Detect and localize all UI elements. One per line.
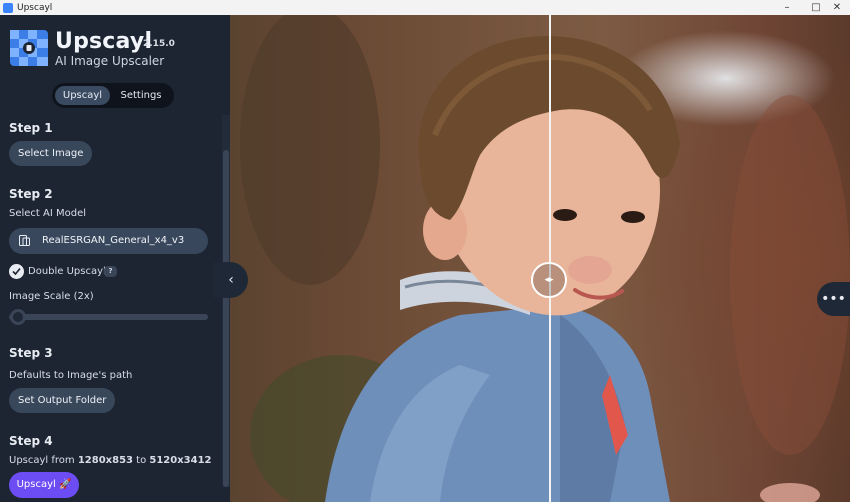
close-icon[interactable]: ✕ xyxy=(824,0,850,15)
comparison-divider[interactable] xyxy=(549,15,551,502)
model-label: Select AI Model xyxy=(9,208,87,219)
step1-title: Step 1 xyxy=(9,121,53,135)
window-titlebar: Upscayl – □ ✕ xyxy=(0,0,850,15)
upscayl-summary: Upscayl from 1280x853 to 5120x3412 xyxy=(9,455,212,466)
step4-title: Step 4 xyxy=(9,434,53,448)
app-version: 2.15.0 xyxy=(143,39,175,49)
image-comparison-viewer[interactable] xyxy=(230,15,850,502)
tab-upscayl[interactable]: Upscayl xyxy=(55,86,110,105)
model-select-value: RealESRGAN_General_x4_v3 xyxy=(42,235,185,246)
minimize-icon[interactable]: – xyxy=(774,0,800,15)
more-dots-icon: ••• xyxy=(821,291,846,307)
tab-settings[interactable]: Settings xyxy=(112,86,170,105)
image-scale-label: Image Scale (2x) xyxy=(9,291,94,302)
double-upscayl-label: Double Upscayl xyxy=(28,266,106,277)
source-resolution: 1280x853 xyxy=(77,455,133,466)
image-scale-slider-thumb[interactable] xyxy=(10,309,26,325)
target-resolution: 5120x3412 xyxy=(149,455,212,466)
more-options-button[interactable]: ••• xyxy=(817,282,850,316)
double-upscayl-checkbox[interactable] xyxy=(9,264,24,279)
checkmark-icon xyxy=(12,267,21,276)
output-path-description: Defaults to Image's path xyxy=(9,370,133,381)
summary-middle: to xyxy=(132,455,150,466)
set-output-folder-button[interactable]: Set Output Folder xyxy=(9,388,116,413)
app-name: Upscayl xyxy=(55,29,153,54)
sidebar: Upscayl 2.15.0 AI Image Upscaler Upscayl… xyxy=(0,15,230,502)
upscayl-logo-icon xyxy=(10,30,48,66)
tab-bar: Upscayl Settings xyxy=(52,83,174,108)
image-scale-slider[interactable] xyxy=(9,314,208,320)
chevron-left-icon: ‹ xyxy=(228,272,234,288)
sidebar-scrollbar-thumb[interactable] xyxy=(223,150,229,487)
upscayl-button[interactable]: Upscayl 🚀 xyxy=(9,472,79,498)
model-select[interactable]: RealESRGAN_General_x4_v3 xyxy=(9,228,208,254)
step2-title: Step 2 xyxy=(9,187,53,201)
summary-prefix: Upscayl from xyxy=(9,455,78,466)
comparison-slider-handle[interactable]: ◂▸ xyxy=(531,262,567,298)
app-icon xyxy=(3,2,13,13)
preview-image xyxy=(240,15,850,502)
step3-title: Step 3 xyxy=(9,346,53,360)
window-title: Upscayl xyxy=(17,2,53,13)
select-image-button[interactable]: Select Image xyxy=(9,141,93,166)
help-icon[interactable]: ? xyxy=(104,266,117,277)
app-tagline: AI Image Upscaler xyxy=(55,54,165,68)
arrows-left-right-icon: ◂▸ xyxy=(544,275,554,285)
model-icon xyxy=(19,235,30,246)
